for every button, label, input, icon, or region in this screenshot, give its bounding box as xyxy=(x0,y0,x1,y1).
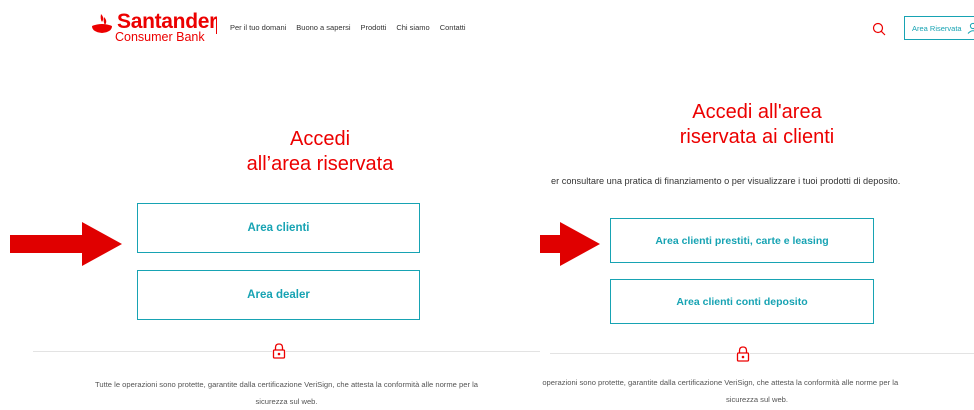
security-notice: e operazioni sono protette, garantite da… xyxy=(540,374,974,408)
left-login-panel: Santander Consumer Bank Per il tuo doman… xyxy=(0,0,540,410)
nav-item-chi-siamo[interactable]: Chi siamo xyxy=(396,23,429,32)
page-title: Accedi all’area riservata xyxy=(160,127,480,177)
security-notice-line-2: sicurezza sul web. xyxy=(255,397,318,406)
separator xyxy=(550,353,974,354)
area-clienti-conti-deposito-button[interactable]: Area clienti conti deposito xyxy=(610,279,874,324)
padlock-icon xyxy=(272,343,286,359)
main-nav: Per il tuo domani Buono a sapersi Prodot… xyxy=(230,23,466,32)
security-notice: Tutte le operazioni sono protette, garan… xyxy=(33,376,540,410)
title-line-2: all’area riservata xyxy=(246,153,394,175)
area-clienti-prestiti-button[interactable]: Area clienti prestiti, carte e leasing xyxy=(610,218,874,263)
area-clienti-button[interactable]: Area clienti xyxy=(137,203,420,253)
nav-item-buono-a-sapersi[interactable]: Buono a sapersi xyxy=(296,23,350,32)
nav-item-per-il-tuo-domani[interactable]: Per il tuo domani xyxy=(230,23,286,32)
title-line-1: Accedi xyxy=(289,128,351,150)
area-riservata-button[interactable]: Area Riservata xyxy=(904,16,974,40)
separator xyxy=(33,351,540,352)
title-line-2: riservata ai clienti xyxy=(679,126,835,148)
santander-logo[interactable]: Santander Consumer Bank xyxy=(90,10,217,44)
intro-text: er consultare una pratica di finanziamen… xyxy=(551,176,901,186)
nav-item-contatti[interactable]: Contatti xyxy=(440,23,466,32)
logo-divider xyxy=(216,18,217,34)
right-login-panel: Area Riservata Accedi all'area riservata… xyxy=(540,0,974,410)
padlock-icon xyxy=(736,346,750,362)
area-riservata-label: Area Riservata xyxy=(912,24,962,33)
security-notice-line-2: sicurezza sul web. xyxy=(725,395,789,404)
title-line-1: Accedi all'area xyxy=(692,101,822,123)
security-notice-line-1: Tutte le operazioni sono protette, garan… xyxy=(95,380,478,389)
santander-flame-icon xyxy=(92,14,112,33)
area-dealer-button[interactable]: Area dealer xyxy=(137,270,420,320)
user-icon xyxy=(967,22,974,34)
page-title: Accedi all'area riservata ai clienti xyxy=(540,100,974,150)
brand-subtitle: Consumer Bank xyxy=(115,30,205,44)
nav-item-prodotti[interactable]: Prodotti xyxy=(360,23,386,32)
search-icon[interactable] xyxy=(872,22,886,36)
security-notice-line-1: e operazioni sono protette, garantite da… xyxy=(540,378,899,387)
right-arrow-icon xyxy=(10,222,122,266)
right-arrow-icon xyxy=(540,222,600,266)
